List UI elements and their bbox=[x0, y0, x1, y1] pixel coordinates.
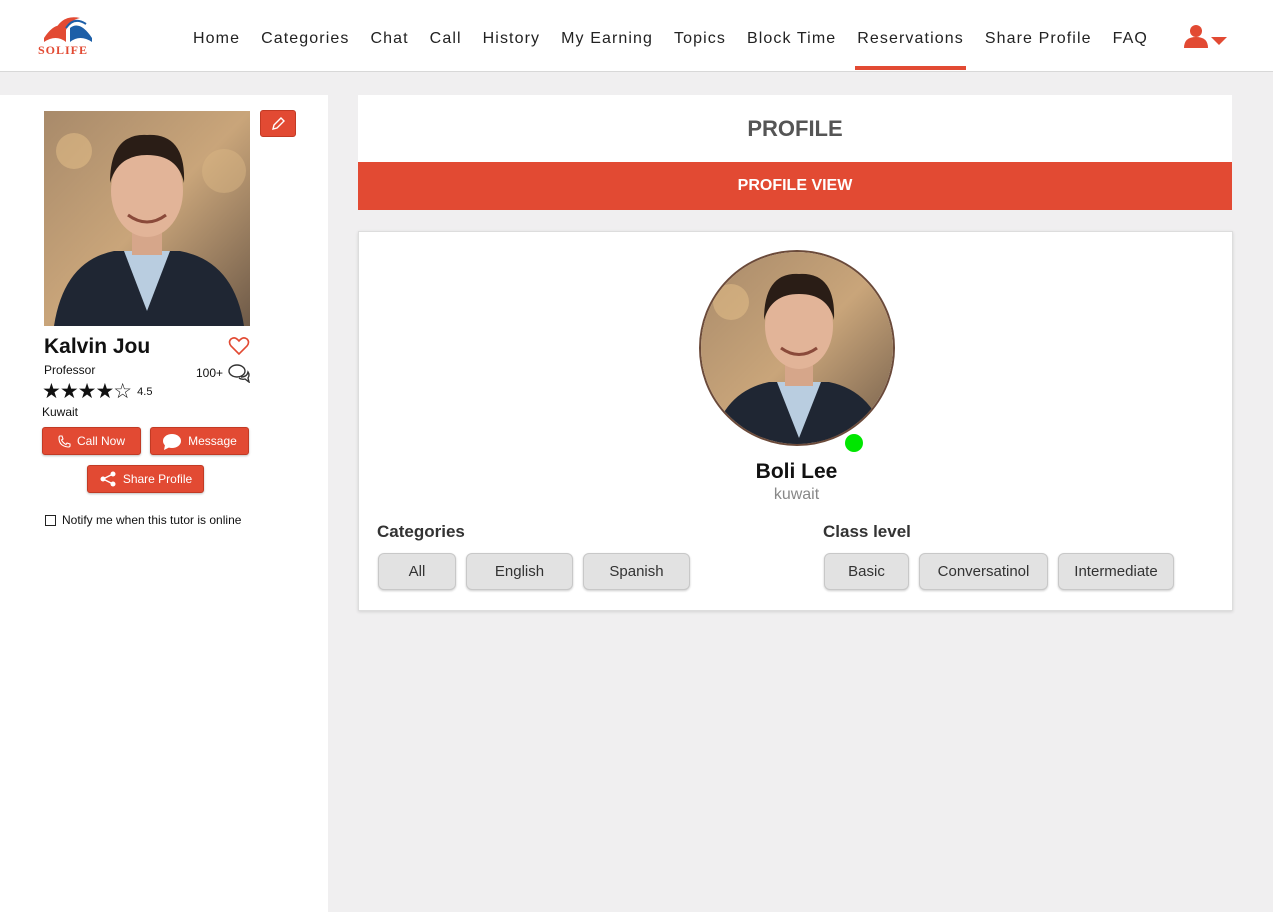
tutor-photo bbox=[44, 111, 250, 326]
categories-title: Categories bbox=[377, 522, 465, 541]
call-now-button[interactable]: Call Now bbox=[42, 427, 141, 455]
category-chip-spanish[interactable]: Spanish bbox=[583, 553, 690, 590]
class-level-chip-intermediate[interactable]: Intermediate bbox=[1058, 553, 1174, 590]
message-button[interactable]: Message bbox=[150, 427, 249, 455]
tutor-name: Kalvin Jou bbox=[44, 335, 151, 358]
class-level-chip-conversational[interactable]: Conversatinol bbox=[919, 553, 1048, 590]
nav-block-time[interactable]: Block Time bbox=[747, 0, 836, 72]
book-logo-icon bbox=[44, 17, 92, 42]
top-navigation-bar: SOLIFE Home Categories Chat Call History… bbox=[0, 0, 1273, 72]
nav-history[interactable]: History bbox=[483, 0, 540, 72]
nav-call[interactable]: Call bbox=[430, 0, 462, 72]
chevron-down-icon bbox=[1211, 37, 1227, 45]
stars-display: ★★★★☆ bbox=[42, 380, 132, 403]
share-icon bbox=[100, 471, 116, 487]
profile-avatar-wrapper bbox=[699, 250, 895, 452]
nav-topics[interactable]: Topics bbox=[674, 0, 726, 72]
tutor-sidebar: Kalvin Jou Professor 100+ ★★★★☆ 4.5 Kuwa… bbox=[0, 95, 328, 912]
nav-faq[interactable]: FAQ bbox=[1113, 0, 1148, 72]
main-nav: Home Categories Chat Call History My Ear… bbox=[193, 0, 1169, 72]
message-label: Message bbox=[188, 434, 237, 448]
profile-card: Boli Lee kuwait Categories All English S… bbox=[358, 231, 1233, 611]
online-status-indicator bbox=[845, 434, 863, 452]
class-level-chips: Basic Conversatinol Intermediate bbox=[824, 553, 1184, 590]
tutor-title: Professor bbox=[44, 363, 96, 377]
tutor-country: Kuwait bbox=[42, 405, 79, 419]
favorite-heart-icon[interactable] bbox=[228, 336, 250, 361]
chat-bubble-icon bbox=[163, 433, 182, 450]
nav-my-earning[interactable]: My Earning bbox=[561, 0, 653, 72]
solife-logo[interactable]: SOLIFE bbox=[36, 12, 100, 58]
phone-icon bbox=[58, 434, 71, 448]
nav-reservations[interactable]: Reservations bbox=[855, 0, 966, 72]
notify-online-option[interactable]: Notify me when this tutor is online bbox=[45, 513, 241, 527]
profile-view-bar: PROFILE VIEW bbox=[358, 162, 1232, 210]
notify-label: Notify me when this tutor is online bbox=[62, 513, 242, 527]
star-rating: ★★★★☆ 4.5 bbox=[42, 381, 152, 403]
call-now-label: Call Now bbox=[76, 434, 125, 448]
user-menu-toggle[interactable] bbox=[1183, 24, 1227, 48]
pencil-icon bbox=[272, 116, 285, 130]
profile-avatar bbox=[699, 250, 895, 446]
profile-name: Boli Lee bbox=[755, 460, 838, 483]
reviews-count-label: 100+ bbox=[196, 366, 224, 380]
comments-icon bbox=[228, 364, 251, 383]
class-level-chip-basic[interactable]: Basic bbox=[824, 553, 909, 590]
share-profile-label: Share Profile bbox=[122, 472, 193, 486]
notify-checkbox[interactable] bbox=[45, 514, 56, 526]
nav-share-profile[interactable]: Share Profile bbox=[985, 0, 1092, 72]
nav-home[interactable]: Home bbox=[193, 0, 240, 72]
share-profile-button[interactable]: Share Profile bbox=[87, 465, 204, 493]
reviews-count[interactable]: 100+ bbox=[196, 363, 251, 383]
nav-chat[interactable]: Chat bbox=[370, 0, 408, 72]
category-chip-english[interactable]: English bbox=[466, 553, 573, 590]
nav-categories[interactable]: Categories bbox=[261, 0, 349, 72]
logo-text: SOLIFE bbox=[38, 43, 89, 57]
rating-value: 4.5 bbox=[137, 386, 153, 398]
categories-chips: All English Spanish bbox=[378, 553, 700, 590]
profile-country: kuwait bbox=[773, 486, 820, 503]
class-level-title: Class level bbox=[823, 522, 911, 541]
edit-profile-button[interactable] bbox=[260, 110, 296, 137]
user-icon bbox=[1184, 25, 1208, 48]
category-chip-all[interactable]: All bbox=[378, 553, 456, 590]
profile-header: PROFILE bbox=[358, 95, 1232, 162]
